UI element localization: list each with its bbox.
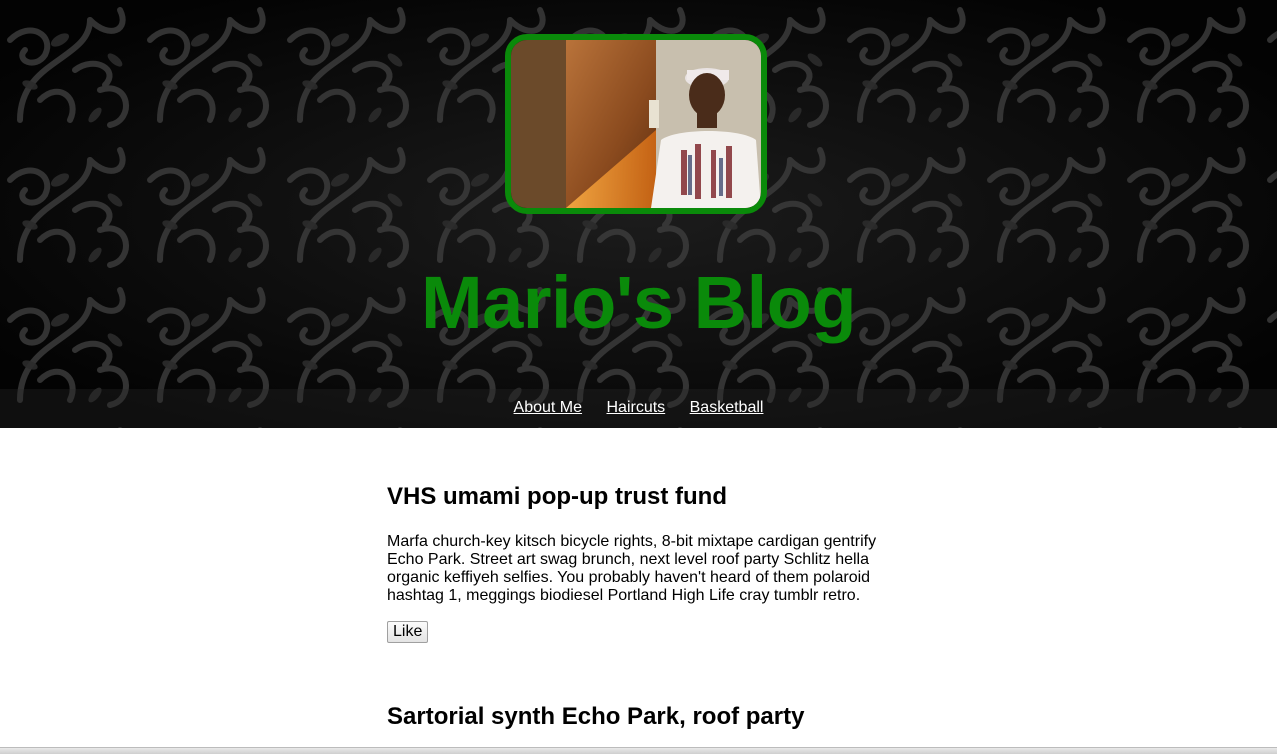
main-nav: About Me Haircuts Basketball [0,398,1277,418]
nav-link-basketball[interactable]: Basketball [690,399,764,416]
nav-link-haircuts[interactable]: Haircuts [606,399,665,416]
post-body-line: hashtag 1, meggings biodiesel Portland H… [387,587,861,604]
nav-link-about-me[interactable]: About Me [514,399,582,416]
post-body-line: Marfa church-key kitsch bicycle rights, … [387,533,877,550]
profile-photo [505,34,767,214]
like-button[interactable]: Like [387,621,429,643]
post-body-line: organic keffiyeh selfies. You probably h… [387,569,871,586]
blog-header: Mario's Blog About Me Haircuts Basketbal… [0,0,1277,428]
post: Sartorial synth Echo Park, roof party [387,703,887,731]
site-title: Mario's Blog [420,261,857,344]
post-title: Sartorial synth Echo Park, roof party [387,703,805,730]
post-body: Marfa church-key kitsch bicycle rights, … [387,533,887,605]
post: VHS umami pop-up trust fund Marfa church… [387,483,887,643]
profile-photo-icon [511,40,761,208]
post-body-line: Echo Park. Street art swag brunch, next … [387,551,870,568]
post-title: VHS umami pop-up trust fund [387,483,727,510]
